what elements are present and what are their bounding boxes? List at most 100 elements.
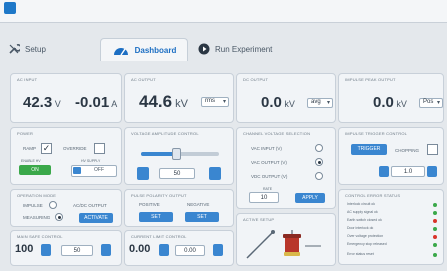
safe-increment-button[interactable] <box>101 244 111 256</box>
active-setup-panel: ACTIVE SETUP <box>236 213 336 266</box>
power-title: POWER <box>17 131 34 136</box>
status-led <box>433 219 437 223</box>
impulse-value-field[interactable]: 1.0 <box>391 166 425 177</box>
measuring-radio[interactable] <box>55 213 63 221</box>
voltage-current-panel: AC INPUT 42.3 V -0.01 A <box>10 73 122 123</box>
override-checkbox[interactable] <box>94 143 105 154</box>
panel-title: IMPULSE PEAK OUTPUT <box>345 77 396 82</box>
status-led <box>433 235 437 239</box>
positive-set-button[interactable]: SET <box>139 212 173 222</box>
hv-on-button[interactable]: ON <box>19 165 51 175</box>
tab-bar: Setup Dashboard Run Experiment <box>0 38 447 61</box>
amplitude-slider-track[interactable] <box>141 148 219 160</box>
channel-radio-0[interactable] <box>315 144 323 152</box>
status-row-label: Interlock circuit ok <box>347 202 376 206</box>
channel-title: CHANNEL VOLTAGE SELECTION <box>243 131 311 136</box>
channel-radio-1[interactable] <box>315 158 323 166</box>
tab-dashboard-label: Dashboard <box>134 45 177 55</box>
enable-label: ENABLE HV <box>21 159 41 163</box>
positive-label: POSITIVE <box>139 202 160 207</box>
polarity-title: PULSE POLARITY OUTPUT <box>131 193 187 198</box>
status-row-label: Door interlock ok <box>347 226 374 230</box>
trigger-button[interactable]: TRIGGER <box>351 144 387 155</box>
safe-decrement-button[interactable] <box>41 244 51 256</box>
safe-title: MAIN SAFE CONTROL <box>17 234 63 239</box>
tab-setup[interactable]: Setup <box>8 38 88 60</box>
apply-button[interactable]: APPLY <box>295 193 325 203</box>
amplitude-slider-fill <box>141 152 177 156</box>
active-setup-title: ACTIVE SETUP <box>243 217 275 222</box>
current-readout: -0.01 A <box>75 94 118 111</box>
amplitude-value-field[interactable]: 50 <box>159 168 195 179</box>
status-row-label: Emergency stop released <box>347 242 387 246</box>
tab-run-experiment[interactable]: Run Experiment <box>198 38 308 60</box>
chopping-checkbox[interactable] <box>427 144 438 155</box>
measuring-label: MEASURING <box>23 215 51 220</box>
channel-option-label: VAC OUTPUT (V) <box>251 160 287 165</box>
impulse-decrement-button[interactable] <box>379 166 389 177</box>
current-limit-title: CURRENT LIMIT CONTROL <box>131 234 187 239</box>
safe-value-field[interactable]: 50 <box>61 245 93 256</box>
tab-setup-label: Setup <box>25 44 46 54</box>
kv3-mode-select[interactable]: Pos <box>419 98 443 108</box>
impulse-mode-radio[interactable] <box>49 201 57 209</box>
play-icon <box>198 43 210 55</box>
kv2-readout: 0.0 kV <box>261 94 295 111</box>
kv3-readout: 0.0 kV <box>373 94 407 111</box>
chopping-label: CHOPPING <box>395 148 420 153</box>
kv-readout: 44.6 kV <box>139 92 188 111</box>
safe-control-panel: MAIN SAFE CONTROL 100 50 <box>10 230 122 266</box>
channel-option-label: VAC INPUT (V) <box>251 146 282 151</box>
current-limit-panel: CURRENT LIMIT CONTROL 0.00 0.00 <box>124 230 234 266</box>
header-bar <box>0 0 447 23</box>
hv-off-toggle[interactable]: OFF <box>71 165 117 177</box>
current-limit-field[interactable]: 0.00 <box>175 245 205 256</box>
power-panel: POWER RAMP ✓ OVERRIDE ENABLE HV ON HV SU… <box>10 127 122 185</box>
mode-panel: OPERATION MODE IMPULSE AC/DC OUTPUT MEAS… <box>10 189 122 227</box>
mode-title: OPERATION MODE <box>17 193 57 198</box>
status-led <box>433 243 437 247</box>
current-decrement-button[interactable] <box>159 244 169 256</box>
panel-title: DC OUTPUT <box>243 77 269 82</box>
panel-title: AC INPUT <box>17 77 38 82</box>
override-label: OVERRIDE <box>63 146 87 151</box>
impulse-title: IMPULSE TRIGGER CONTROL <box>345 131 408 136</box>
channel-panel: CHANNEL VOLTAGE SELECTION VAC INPUT (V) … <box>236 127 336 209</box>
hv-supply-label: HV SUPPLY <box>81 159 101 163</box>
rate-label: RATE <box>263 187 273 191</box>
negative-set-button[interactable]: SET <box>185 212 219 222</box>
tab-run-label: Run Experiment <box>215 44 273 54</box>
status-row-label: AC supply signal ok <box>347 210 378 214</box>
status-led <box>433 211 437 215</box>
status-title: CONTROL ERROR STATUS <box>345 193 401 198</box>
status-footer: Error status reset <box>347 252 374 256</box>
ramp-checkbox[interactable]: ✓ <box>41 143 52 154</box>
kv-mode-select[interactable]: rms <box>201 97 229 107</box>
tab-dashboard[interactable]: Dashboard <box>100 38 188 61</box>
setup-diagram-icon <box>246 230 321 259</box>
amplitude-decrement-button[interactable] <box>137 167 149 180</box>
rate-field[interactable]: 10 <box>249 192 279 203</box>
negative-label: NEGATIVE <box>187 202 210 207</box>
impulse-increment-button[interactable] <box>427 166 437 177</box>
panel-title: AC OUTPUT <box>131 77 156 82</box>
voltage-readout: 42.3 V <box>23 94 61 111</box>
status-row-label: Over voltage protection <box>347 234 384 238</box>
amplitude-slider-handle[interactable] <box>172 148 182 160</box>
impulse-mode-label: IMPULSE <box>23 203 43 208</box>
kv2-mode-select[interactable]: avg <box>307 98 333 108</box>
ac-mode-label: AC/DC OUTPUT <box>73 203 107 208</box>
activate-button[interactable]: ACTIVATE <box>79 213 113 223</box>
impulse-panel: IMPULSE TRIGGER CONTROL TRIGGER CHOPPING… <box>338 127 444 185</box>
kv-pos-panel: IMPULSE PEAK OUTPUT 0.0 kV Pos <box>338 73 444 123</box>
current-limit-readout: 0.00 <box>129 243 151 255</box>
gauge-icon <box>113 48 128 56</box>
status-led <box>433 227 437 231</box>
amplitude-increment-button[interactable] <box>209 167 221 180</box>
kv-rms-panel: AC OUTPUT 44.6 kV rms <box>124 73 234 123</box>
status-panel: CONTROL ERROR STATUS Interlock circuit o… <box>338 189 444 265</box>
app-logo <box>4 2 16 14</box>
channel-radio-2[interactable] <box>315 172 323 180</box>
channel-option-label: VDC OUTPUT (V) <box>251 174 288 179</box>
current-increment-button[interactable] <box>213 244 223 256</box>
